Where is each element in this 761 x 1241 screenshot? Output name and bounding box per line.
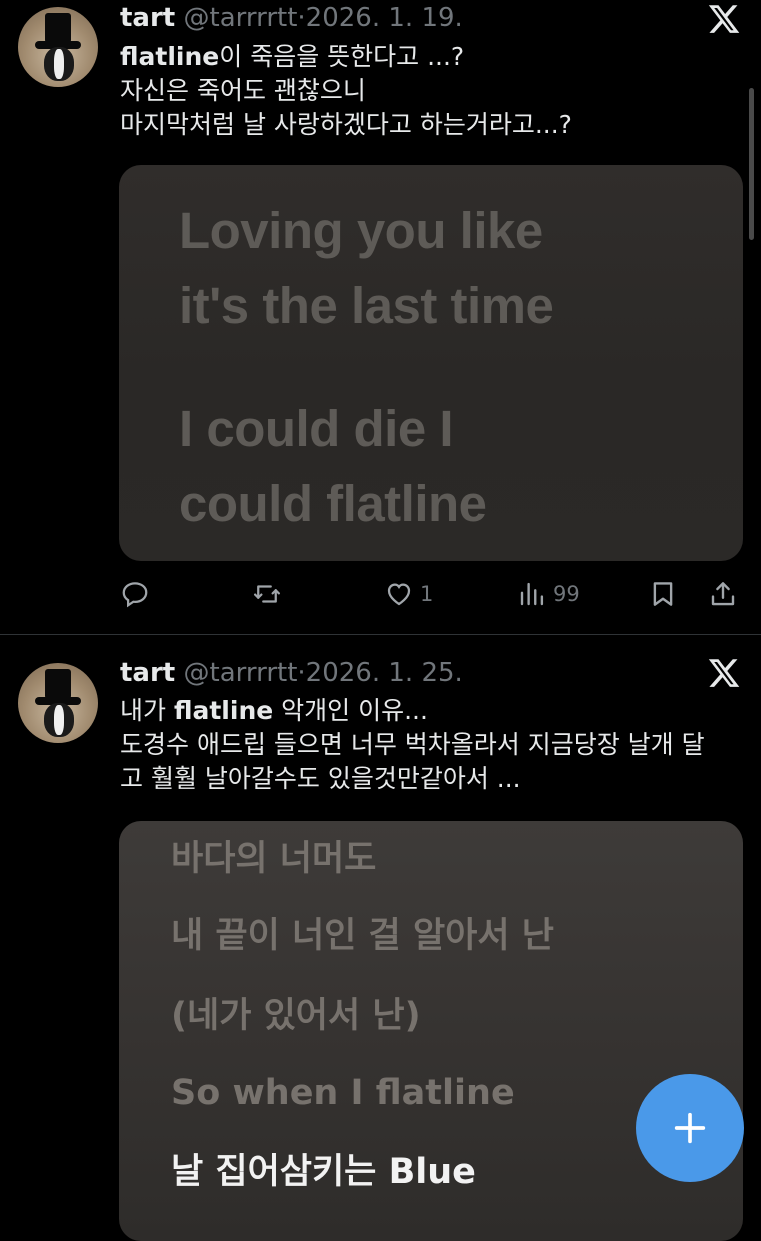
views-button[interactable]: 99: [517, 574, 580, 614]
media-lyric: could flatline: [179, 475, 487, 532]
plus-icon: [674, 1112, 706, 1144]
bookmark-icon: [653, 582, 673, 606]
media-lyric: So when I flatline: [171, 1073, 515, 1113]
bold-word: flatline: [120, 42, 220, 71]
media-lyric: it's the last time: [179, 277, 554, 334]
x-logo-icon: [708, 5, 740, 33]
separator: ·: [297, 3, 306, 33]
reply-button[interactable]: [120, 574, 156, 614]
tweet-date[interactable]: 2026. 1. 19.: [306, 3, 463, 33]
tweet-date[interactable]: 2026. 1. 25.: [306, 658, 463, 688]
media-lyric: Loving you like: [179, 202, 543, 259]
scrollbar[interactable]: [749, 88, 754, 240]
display-name[interactable]: tart: [120, 658, 175, 688]
tweet-header: tart @tarrrrtt·2026. 1. 25.: [120, 656, 463, 690]
text-fragment: 이 죽음을 뜻한다고 ...?: [219, 42, 465, 71]
avatar[interactable]: [18, 663, 98, 743]
media-lyric: (네가 있어서 난): [171, 996, 421, 1036]
reply-icon: [122, 582, 148, 608]
media-lyric: 날 집어삼키는 Blue: [171, 1152, 476, 1192]
tweet-text-line: 도경수 애드립 들으면 너무 벅차올라서 지금당장 날개 달: [120, 730, 705, 759]
tweet-header: tart @tarrrrtt·2026. 1. 19.: [120, 1, 463, 35]
compose-button[interactable]: [636, 1074, 744, 1182]
retweet-button[interactable]: [252, 574, 288, 614]
bookmark-button[interactable]: [648, 574, 678, 614]
user-handle[interactable]: @tarrrrtt: [184, 3, 298, 33]
display-name[interactable]: tart: [120, 3, 175, 33]
like-count: 1: [420, 582, 434, 606]
tweet-media[interactable]: Loving you like it's the last time I cou…: [119, 165, 743, 561]
tweet-text: flatline이 죽음을 뜻한다고 ...? 자신은 죽어도 괜찮으니 마지막…: [120, 40, 572, 142]
bold-word: flatline: [173, 696, 274, 725]
user-handle[interactable]: @tarrrrtt: [184, 658, 298, 688]
separator: ·: [297, 658, 306, 688]
tweet-text-line: 자신은 죽어도 괜찮으니: [120, 76, 366, 105]
tweet-1[interactable]: tart @tarrrrtt·2026. 1. 19. flatline이 죽음…: [0, 0, 761, 634]
like-button[interactable]: 1: [384, 574, 433, 614]
media-lyric: I could die I: [179, 400, 454, 457]
tweet-text-line: 마지막처럼 날 사랑하겠다고 하는거라고...?: [120, 110, 572, 139]
tweet-text-line: 고 훨훨 날아갈수도 있을것만같아서 ...: [120, 764, 521, 793]
tweet-media[interactable]: 바다의 너머도 내 끝이 너인 걸 알아서 난 (네가 있어서 난) So wh…: [119, 821, 743, 1241]
retweet-icon: [254, 585, 280, 603]
media-lyric: 내 끝이 너인 걸 알아서 난: [171, 916, 554, 956]
tweet-text-line: 내가 flatline 악개인 이유...: [120, 694, 705, 728]
action-bar: 1 99: [0, 574, 761, 614]
tweet-text-line: flatline이 죽음을 뜻한다고 ...?: [120, 40, 572, 74]
media-lyric: 바다의 너머도: [171, 839, 377, 879]
share-button[interactable]: [708, 574, 738, 614]
avatar[interactable]: [18, 7, 98, 87]
text-fragment: 악개인 이유...: [273, 696, 428, 725]
heart-icon: [387, 583, 411, 606]
share-icon: [711, 582, 735, 606]
views-icon: [520, 582, 544, 606]
tweet-text: 내가 flatline 악개인 이유... 도경수 애드립 들으면 너무 벅차올…: [120, 694, 705, 796]
x-logo-icon: [708, 659, 740, 687]
view-count: 99: [553, 582, 580, 606]
text-fragment: 내가: [120, 696, 174, 725]
